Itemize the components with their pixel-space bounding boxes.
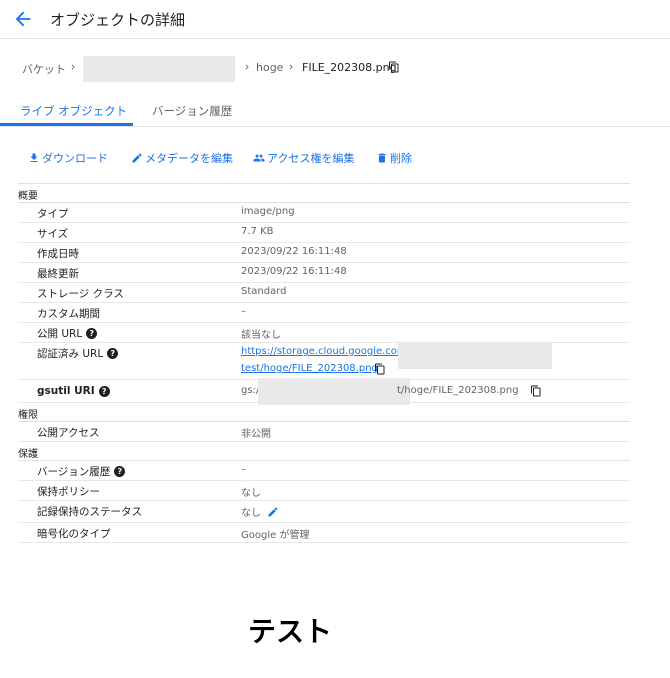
- help-icon[interactable]: ?: [86, 328, 98, 339]
- help-icon[interactable]: ?: [107, 348, 119, 359]
- storage-class-value: Standard: [241, 286, 287, 297]
- table-row: 公開アクセス 非公開: [18, 422, 630, 442]
- page-header: オブジェクトの詳細: [0, 0, 670, 39]
- type-value: image/png: [241, 206, 295, 217]
- gsutil-uri-suffix: t/hoge/FILE_202308.png: [397, 385, 519, 396]
- hold-status-value: なし: [241, 508, 261, 519]
- size-value: 7.7 KB: [241, 226, 274, 237]
- updated-label: 最終更新: [37, 268, 79, 280]
- table-row: ストレージ クラス Standard: [18, 283, 630, 303]
- size-label: サイズ: [37, 228, 69, 240]
- footer-text: テスト: [247, 615, 332, 648]
- table-row: 保持ポリシー なし: [18, 481, 630, 501]
- table-row: タイプ image/png: [18, 203, 630, 223]
- active-tab-indicator: [0, 123, 133, 126]
- authenticated-url-link-line1[interactable]: https://storage.cloud.google.com/: [241, 346, 410, 357]
- table-row: バージョン履歴? –: [18, 461, 630, 481]
- public-access-value: 非公開: [241, 429, 271, 440]
- help-icon[interactable]: ?: [114, 466, 126, 477]
- table-row: 記録保持のステータス なし: [18, 501, 630, 523]
- redacted-bucket-name: [398, 342, 552, 369]
- copy-icon[interactable]: [388, 61, 400, 73]
- copy-icon[interactable]: [374, 363, 386, 375]
- page-title: オブジェクトの詳細: [50, 11, 186, 29]
- people-icon: [253, 154, 265, 162]
- table-row: 公開 URL? 該当なし: [18, 323, 630, 343]
- download-button[interactable]: ダウンロード: [28, 150, 108, 166]
- public-access-label: 公開アクセス: [37, 427, 100, 439]
- created-value: 2023/09/22 16:11:48: [241, 246, 347, 257]
- public-url-value: 該当なし: [241, 330, 281, 341]
- table-row: カスタム期間 –: [18, 303, 630, 323]
- storage-class-label: ストレージ クラス: [37, 288, 124, 300]
- table-row: 作成日時 2023/09/22 16:11:48: [18, 243, 630, 263]
- breadcrumb-file: FILE_202308.png: [302, 61, 397, 74]
- help-icon[interactable]: ?: [98, 385, 110, 397]
- redacted-bucket-name: [83, 56, 235, 82]
- back-arrow-icon[interactable]: [12, 8, 34, 30]
- table-row: 認証済み URL? https://storage.cloud.google.c…: [18, 342, 630, 380]
- edit-access-button[interactable]: アクセス権を編集: [253, 150, 354, 166]
- chevron-right-icon: [245, 64, 249, 70]
- section-header-overview: 概要: [18, 184, 630, 203]
- version-history-label: バージョン履歴: [37, 466, 111, 478]
- redacted-bucket-name: [258, 378, 410, 405]
- breadcrumb: バケット hoge FILE_202308.png: [22, 56, 662, 82]
- tab-bar: ライブ オブジェクト バージョン履歴: [0, 97, 670, 127]
- action-toolbar: ダウンロード メタデータを編集 アクセス権を編集 削除: [28, 150, 628, 170]
- edit-access-label: アクセス権を編集: [267, 152, 355, 165]
- gsutil-uri-prefix: gs:/: [241, 385, 260, 396]
- download-icon: [30, 153, 38, 162]
- custom-time-label: カスタム期間: [37, 308, 100, 320]
- encryption-type-label: 暗号化のタイプ: [37, 528, 111, 540]
- breadcrumb-bucket-label[interactable]: バケット: [22, 61, 66, 77]
- authenticated-url-label: 認証済み URL: [37, 348, 104, 360]
- section-header-protection: 保護: [18, 442, 630, 461]
- custom-time-value: –: [241, 306, 246, 317]
- breadcrumb-folder[interactable]: hoge: [256, 61, 283, 74]
- table-row: サイズ 7.7 KB: [18, 223, 630, 243]
- copy-icon[interactable]: [530, 385, 542, 397]
- gsutil-uri-label: gsutil URI: [37, 385, 95, 397]
- tab-live-object[interactable]: ライブ オブジェクト: [20, 103, 127, 119]
- section-header-permissions: 権限: [18, 403, 630, 422]
- updated-value: 2023/09/22 16:11:48: [241, 266, 347, 277]
- retention-policy-label: 保持ポリシー: [37, 486, 100, 498]
- table-row: gsutil URI? gs:/ t/hoge/FILE_202308.png: [18, 378, 630, 405]
- public-url-label: 公開 URL: [37, 328, 83, 340]
- delete-label: 削除: [390, 152, 412, 165]
- version-history-value: –: [241, 464, 246, 475]
- table-row: 最終更新 2023/09/22 16:11:48: [18, 263, 630, 283]
- delete-button[interactable]: 削除: [376, 150, 412, 166]
- type-label: タイプ: [37, 208, 69, 220]
- retention-policy-value: なし: [241, 488, 261, 499]
- encryption-type-value: Google が管理: [241, 530, 310, 541]
- pencil-icon: [132, 153, 142, 163]
- hold-status-label: 記録保持のステータス: [37, 506, 142, 518]
- chevron-right-icon: [71, 64, 75, 70]
- table-row: 暗号化のタイプ Google が管理: [18, 523, 630, 543]
- chevron-right-icon: [289, 64, 293, 70]
- object-details-table: 概要 タイプ image/png サイズ 7.7 KB 作成日時 2023/09…: [18, 183, 630, 543]
- edit-metadata-label: メタデータを編集: [145, 152, 233, 165]
- edit-metadata-button[interactable]: メタデータを編集: [131, 150, 233, 166]
- authenticated-url-link-line2[interactable]: test/hoge/FILE_202308.png: [241, 363, 378, 374]
- created-label: 作成日時: [37, 248, 79, 260]
- pencil-icon[interactable]: [267, 506, 279, 518]
- download-label: ダウンロード: [42, 152, 108, 165]
- trash-icon: [378, 153, 386, 163]
- tab-version-history[interactable]: バージョン履歴: [152, 103, 232, 119]
